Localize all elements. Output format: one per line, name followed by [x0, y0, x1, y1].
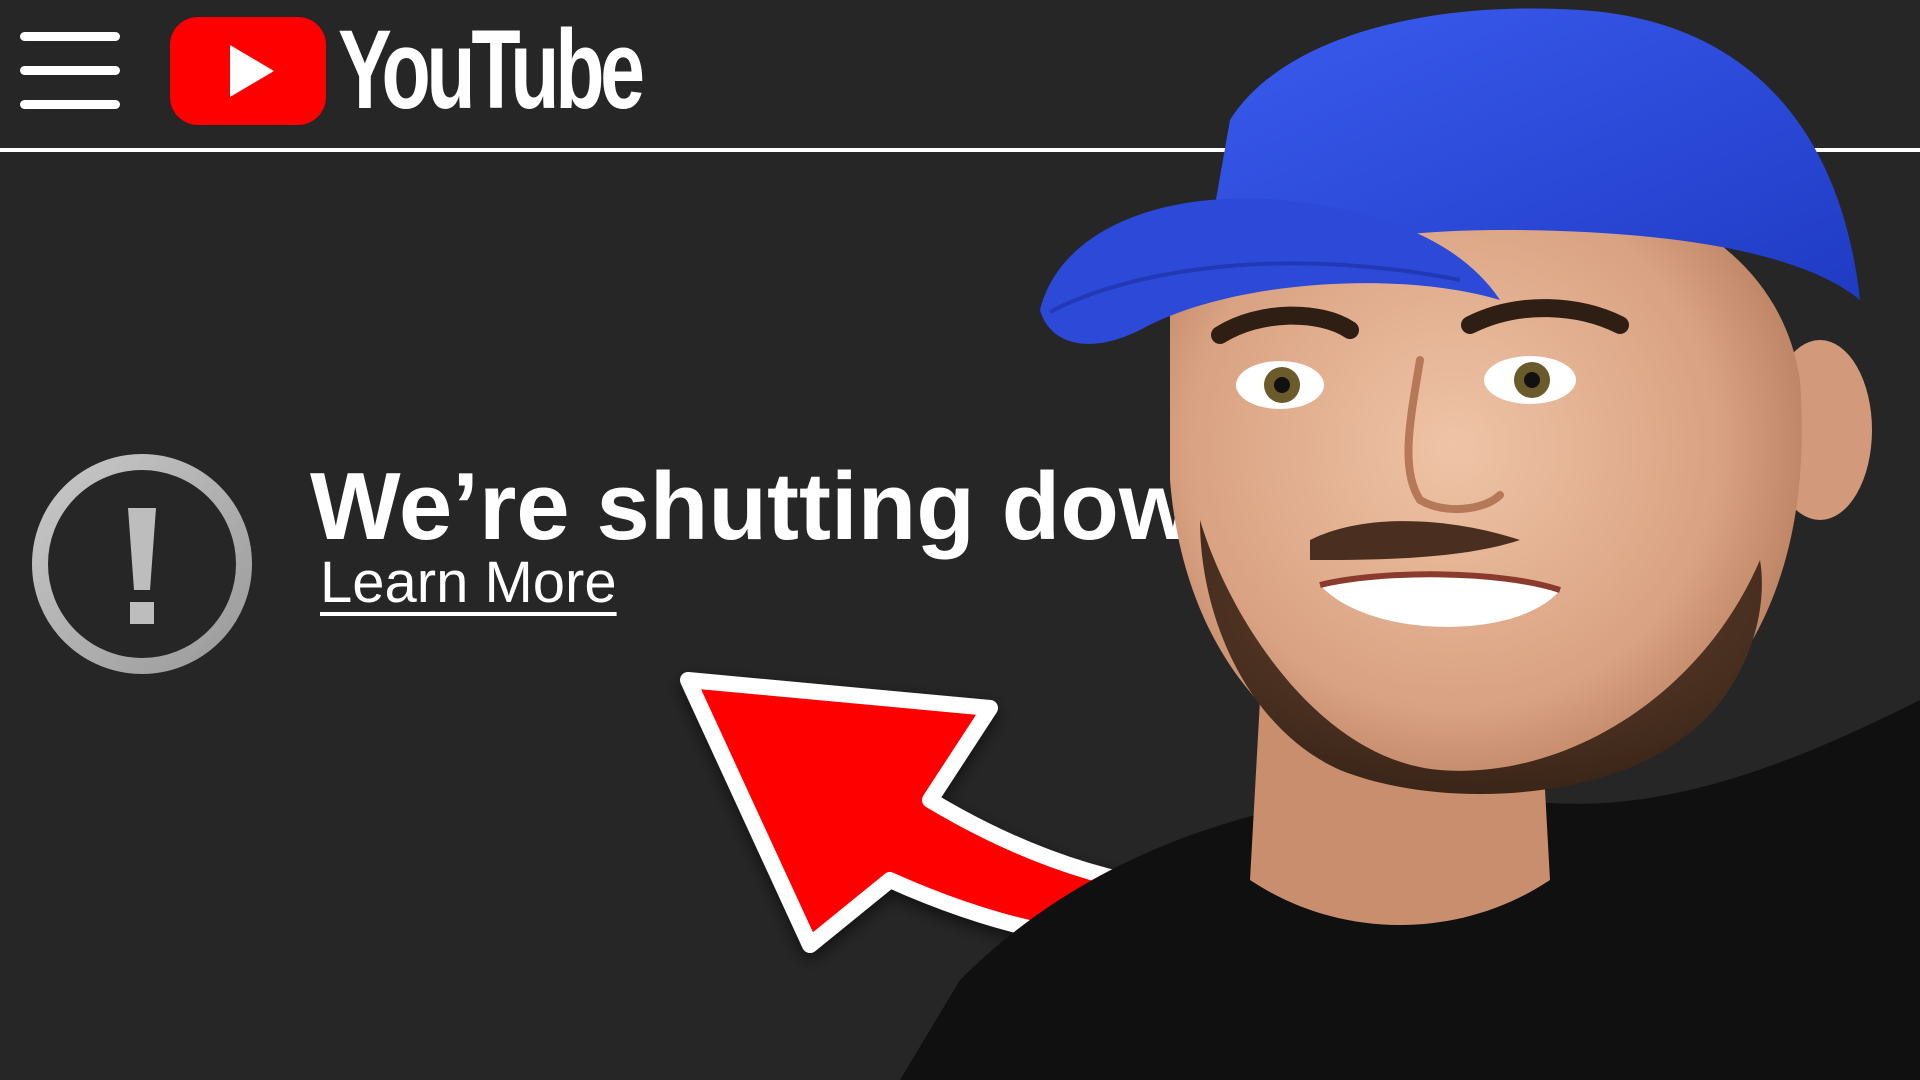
youtube-wordmark: YouTube: [338, 7, 645, 132]
learn-more-link[interactable]: Learn More: [320, 548, 617, 618]
youtube-play-icon: [170, 17, 326, 125]
presenter-portrait: [900, 8, 1920, 1080]
menu-bar-middle: [20, 66, 120, 75]
exclamation-circle-icon: [32, 454, 252, 674]
youtube-logo[interactable]: YouTube: [170, 14, 670, 126]
menu-bar-top: [20, 32, 120, 41]
hamburger-menu-icon[interactable]: [20, 28, 120, 110]
thumbnail-canvas: YouTube We’re shutting down. Learn More: [0, 0, 1920, 1080]
menu-bar-bottom: [20, 100, 120, 109]
